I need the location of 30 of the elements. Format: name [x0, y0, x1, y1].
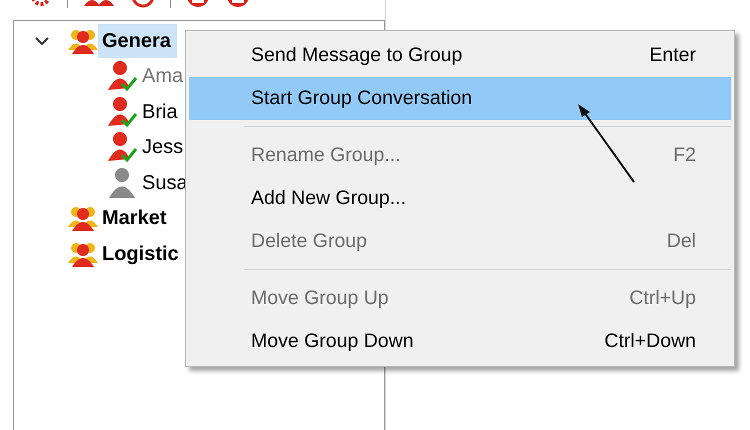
menu-item-label: Send Message to Group	[251, 42, 462, 68]
user-check-icon	[108, 60, 138, 92]
user-check-icon	[108, 96, 138, 128]
contact-label[interactable]: Jess	[138, 130, 190, 164]
menu-item-label: Add New Group...	[251, 186, 406, 211]
group-icon	[68, 28, 98, 54]
user-check-icon	[108, 131, 138, 164]
menu-item[interactable]: Send Message to Group Enter	[189, 34, 731, 77]
menu-item-label: Start Group Conversation	[251, 86, 472, 111]
shortcut-label: F2	[673, 142, 696, 168]
menu-item-label: Rename Group...	[251, 142, 401, 168]
menu-item[interactable]: Add New Group...	[189, 177, 731, 220]
chevron-icon[interactable]	[34, 34, 50, 47]
menu-item-label: Move Group Down	[251, 328, 414, 354]
shortcut-label: Ctrl+Up	[629, 286, 696, 311]
menu-item-label: Delete Group	[251, 228, 367, 254]
shortcut-label: Enter	[649, 42, 696, 68]
menu-item[interactable]: Move Group Down Ctrl+Down	[189, 320, 731, 363]
group-icon	[68, 205, 98, 232]
user-icon	[108, 166, 138, 199]
shortcut-label: Ctrl+Down	[604, 328, 696, 354]
menu-item[interactable]: Start Group Conversation	[189, 77, 731, 120]
contact-label[interactable]: Bria	[138, 94, 184, 129]
menu-item-label: Move Group Up	[251, 286, 389, 311]
group-label[interactable]: Logistic	[98, 236, 185, 271]
shortcut-label: Del	[666, 228, 696, 254]
group-icon	[68, 240, 98, 267]
contact-label[interactable]: Ama	[138, 59, 190, 94]
group-label[interactable]: Genera	[98, 24, 177, 58]
group-label[interactable]: Market	[98, 201, 172, 236]
